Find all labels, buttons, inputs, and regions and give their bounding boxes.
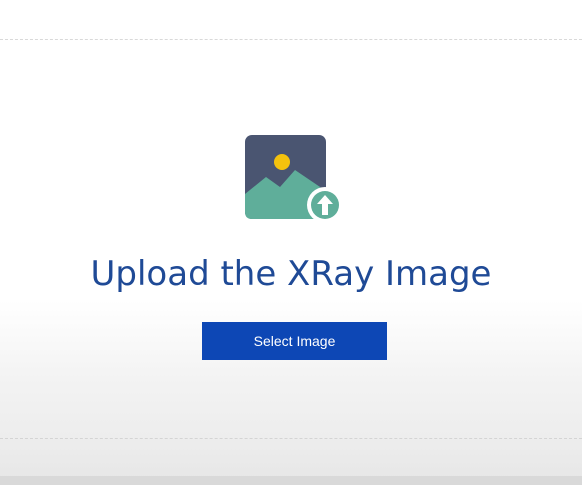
upload-title: Upload the XRay Image <box>90 254 492 294</box>
select-image-button[interactable]: Select Image <box>202 322 387 360</box>
top-divider <box>0 39 582 40</box>
bottom-divider <box>0 438 582 439</box>
image-upload-icon <box>244 134 344 224</box>
bottom-strip <box>0 476 582 485</box>
